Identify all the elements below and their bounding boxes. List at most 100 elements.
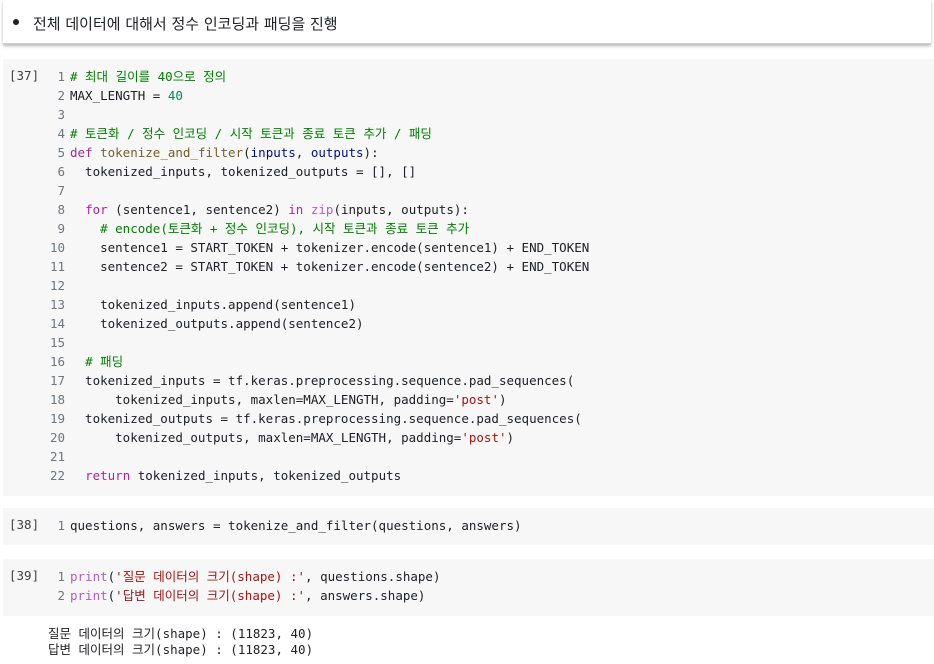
code-cell-38[interactable]: [38] 1 questions, answers = tokenize_and_… [3,508,934,545]
line-number: 18 [49,392,65,407]
line-number: 16 [49,354,65,369]
line-number: 20 [49,430,65,445]
code-token: sentence2 = START_TOKEN + tokenizer.enco… [70,259,590,274]
code-token: inputs [250,145,296,160]
code-token: , [295,145,311,160]
code-line[interactable]: 21 [43,447,589,466]
code-token: # 토큰화 / 정수 인코딩 / 시작 토큰과 종료 토큰 추가 / 패딩 [70,126,432,141]
output-line: 답변 데이터의 크기(shape) : (11823, 40) [48,642,314,657]
code-line[interactable]: 17 tokenized_inputs = tf.keras.preproces… [43,371,589,390]
code-token: sentence1 = START_TOKEN + tokenizer.enco… [70,240,590,255]
line-number: 7 [57,183,65,198]
code-token: ) [498,392,507,407]
line-number: 19 [49,411,65,426]
code-token: questions, answers = tokenize_and_filter… [70,518,522,533]
code-token: return [85,468,131,483]
line-number: 14 [49,316,65,331]
code-line[interactable]: 13 tokenized_inputs.append(sentence1) [43,295,589,314]
code-token: 'post' [453,392,499,407]
code-line[interactable]: 19 tokenized_outputs = tf.keras.preproce… [43,409,589,428]
code-token: ) [506,430,515,445]
code-token: in [288,202,304,217]
code-token: ( [243,145,251,160]
bullet-item: 전체 데이터에 대해서 정수 인코딩과 패딩을 진행 [13,13,338,34]
code-token: tokenized_outputs = tf.keras.preprocessi… [70,411,582,426]
code-token: # 최대 길이를 40으로 정의 [70,69,227,84]
code-line[interactable]: 22 return tokenized_inputs, tokenized_ou… [43,466,589,485]
code-token: , questions.shape) [305,569,441,584]
code-line[interactable]: 1 questions, answers = tokenize_and_filte… [43,516,522,535]
line-number: 1 [57,69,65,84]
code-line[interactable]: 1 print('질문 데이터의 크기(shape) :', questions.… [43,567,440,586]
code-line[interactable]: 9 # encode(토큰화 + 정수 인코딩), 시작 토큰과 종료 토큰 추… [43,219,589,238]
code-line[interactable]: 2 MAX_LENGTH = 40 [43,86,589,105]
execution-count: [37] [9,68,40,83]
code-token: def [70,145,101,160]
code-editor[interactable]: 1 print('질문 데이터의 크기(shape) :', questions.… [43,567,440,605]
code-token: tokenized_inputs, maxlen=MAX_LENGTH, pad… [70,392,454,407]
code-cell-39[interactable]: [39] 1 print('질문 데이터의 크기(shape) :', quest… [3,559,934,616]
code-token: ): [363,145,379,160]
line-number: 2 [57,588,65,603]
output-line: 질문 데이터의 크기(shape) : (11823, 40) [48,626,314,641]
code-token: print [70,569,108,584]
markdown-cell[interactable]: 전체 데이터에 대해서 정수 인코딩과 패딩을 진행 [3,0,931,44]
code-token: '질문 데이터의 크기(shape) :' [115,569,306,584]
line-number: 11 [49,259,65,274]
line-number: 4 [57,126,65,141]
bullet-dot-icon [13,19,19,25]
code-token: # encode(토큰화 + 정수 인코딩), 시작 토큰과 종료 토큰 추가 [100,221,470,236]
code-line[interactable]: 4 # 토큰화 / 정수 인코딩 / 시작 토큰과 종료 토큰 추가 / 패딩 [43,124,589,143]
code-token: (inputs, outputs): [333,202,469,217]
code-line[interactable]: 2 print('답변 데이터의 크기(shape) :', answers.sh… [43,586,440,605]
line-number: 6 [57,164,65,179]
code-line[interactable]: 6 tokenized_inputs, tokenized_outputs = … [43,162,589,181]
code-token: print [70,588,108,603]
line-number: 15 [49,335,65,350]
code-line[interactable]: 5 def tokenize_and_filter(inputs, outputs… [43,143,589,162]
line-number: 10 [49,240,65,255]
execution-count: [38] [9,517,40,532]
code-line[interactable]: 18 tokenized_inputs, maxlen=MAX_LENGTH, … [43,390,589,409]
line-number: 1 [57,569,65,584]
code-cell-37[interactable]: [37] 1 # 최대 길이를 40으로 정의 2 MAX_LENGTH = 40 3 4… [3,59,934,496]
code-line[interactable]: 14 tokenized_outputs.append(sentence2) [43,314,589,333]
code-line[interactable]: 15 [43,333,589,352]
line-number: 22 [49,468,65,483]
code-token: zip [310,202,334,217]
bullet-text: 전체 데이터에 대해서 정수 인코딩과 패딩을 진행 [33,15,338,33]
code-line[interactable]: 11 sentence2 = START_TOKEN + tokenizer.e… [43,257,589,276]
line-number: 3 [57,107,65,122]
code-token: outputs [310,145,364,160]
code-editor[interactable]: 1 # 최대 길이를 40으로 정의 2 MAX_LENGTH = 40 3 4 # 토큰화… [43,67,589,485]
line-number: 9 [57,221,65,236]
code-line[interactable]: 12 [43,276,589,295]
code-line[interactable]: 10 sentence1 = START_TOKEN + tokenizer.e… [43,238,589,257]
code-token: 'post' [461,430,507,445]
execution-count: [39] [9,568,40,583]
code-token: tokenized_inputs = tf.keras.preprocessin… [70,373,575,388]
code-line[interactable]: 1 # 최대 길이를 40으로 정의 [43,67,589,86]
code-line[interactable]: 3 [43,105,589,124]
code-token: 40 [167,88,183,103]
code-token: tokenize_and_filter [100,145,244,160]
code-token: , answers.shape) [305,588,426,603]
line-number: 17 [49,373,65,388]
line-number: 1 [57,518,65,533]
code-line[interactable]: 20 tokenized_outputs, maxlen=MAX_LENGTH,… [43,428,589,447]
code-line[interactable]: 8 for (sentence1, sentence2) in zip(inpu… [43,200,589,219]
code-token: tokenized_inputs, tokenized_outputs = []… [70,164,417,179]
line-number: 5 [57,145,65,160]
code-token: '답변 데이터의 크기(shape) :' [115,588,306,603]
code-token: tokenized_inputs, tokenized_outputs [130,468,402,483]
line-number: 12 [49,278,65,293]
line-number: 21 [49,449,65,464]
code-editor[interactable]: 1 questions, answers = tokenize_and_filte… [43,516,522,535]
code-line[interactable]: 7 [43,181,589,200]
code-line[interactable]: 16 # 패딩 [43,352,589,371]
